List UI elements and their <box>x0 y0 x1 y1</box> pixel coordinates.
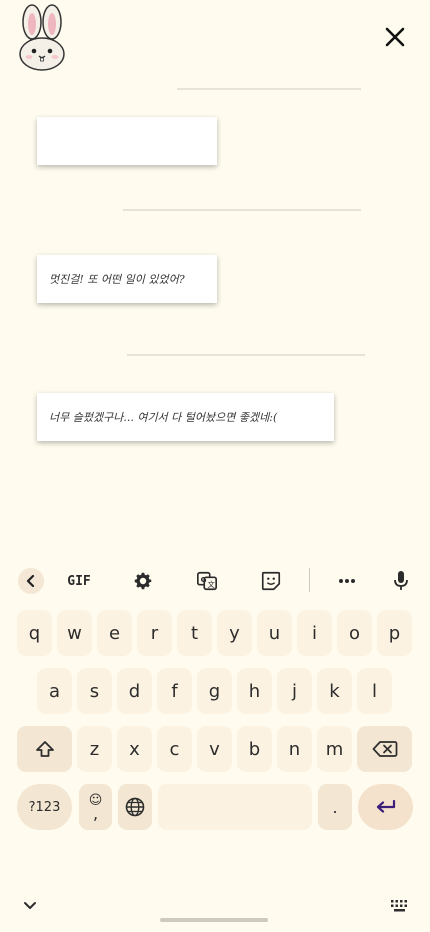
message-text: 멋진걸! 또 어떤 일이 있었어? <box>49 273 185 286</box>
close-button[interactable] <box>380 22 410 52</box>
hide-keyboard-button[interactable] <box>20 896 40 916</box>
more-horizontal-icon <box>339 579 355 583</box>
close-icon <box>385 27 405 47</box>
reply-line <box>177 88 361 90</box>
comma-label: , <box>92 804 99 823</box>
symbols-key[interactable]: ?123 <box>17 784 72 830</box>
key-g[interactable]: g <box>197 668 232 714</box>
key-s[interactable]: s <box>77 668 112 714</box>
key-f[interactable]: f <box>157 668 192 714</box>
gesture-home-bar[interactable] <box>160 918 268 922</box>
key-b[interactable]: b <box>237 726 272 772</box>
translate-icon: G 文 <box>197 571 217 591</box>
message-text: 너무 슬펐겠구나... 여기서 다 털어놨으면 좋겠네:( <box>49 411 278 424</box>
message-bubble: 너무 슬펐겠구나... 여기서 다 털어놨으면 좋겠네:( <box>37 393 334 441</box>
backspace-icon <box>372 741 397 757</box>
key-r[interactable]: r <box>137 610 172 656</box>
voice-input-button[interactable] <box>388 568 414 594</box>
key-y[interactable]: y <box>217 610 252 656</box>
soft-keyboard: GIF G 文 q w e r t y u i o p a s d f g h … <box>0 560 430 932</box>
message-bubble <box>37 117 217 165</box>
key-j[interactable]: j <box>277 668 312 714</box>
key-q[interactable]: q <box>17 610 52 656</box>
key-u[interactable]: u <box>257 610 292 656</box>
toolbar-back-button[interactable] <box>18 568 44 594</box>
reply-line <box>127 354 365 356</box>
bunny-icon <box>19 4 65 71</box>
key-e[interactable]: e <box>97 610 132 656</box>
chevron-down-icon <box>24 902 36 909</box>
shift-icon <box>35 741 54 757</box>
message-bubble: 멋진걸! 또 어떤 일이 있었어? <box>37 255 217 303</box>
key-m[interactable]: m <box>317 726 352 772</box>
key-k[interactable]: k <box>317 668 352 714</box>
key-c[interactable]: c <box>157 726 192 772</box>
more-button[interactable] <box>334 568 360 594</box>
key-x[interactable]: x <box>117 726 152 772</box>
svg-text:文: 文 <box>207 580 215 589</box>
avatar <box>16 4 68 72</box>
key-d[interactable]: d <box>117 668 152 714</box>
chevron-left-icon <box>26 575 35 587</box>
key-n[interactable]: n <box>277 726 312 772</box>
backspace-key[interactable] <box>357 726 412 772</box>
period-key[interactable]: . <box>318 784 352 830</box>
gear-icon <box>134 572 152 590</box>
key-l[interactable]: l <box>357 668 392 714</box>
key-h[interactable]: h <box>237 668 272 714</box>
mic-icon <box>394 571 408 590</box>
key-o[interactable]: o <box>337 610 372 656</box>
key-v[interactable]: v <box>197 726 232 772</box>
key-z[interactable]: z <box>77 726 112 772</box>
language-key[interactable] <box>118 784 152 830</box>
gif-button[interactable]: GIF <box>62 568 96 594</box>
key-i[interactable]: i <box>297 610 332 656</box>
enter-icon <box>376 799 395 813</box>
space-bar[interactable] <box>158 784 312 830</box>
switch-keyboard-button[interactable] <box>388 896 412 916</box>
reply-line <box>123 209 361 211</box>
keyboard-grid-icon <box>391 900 407 912</box>
translate-button[interactable]: G 文 <box>194 568 220 594</box>
svg-text:G: G <box>201 575 207 584</box>
sticker-icon <box>261 571 281 591</box>
keyboard-toolbar: GIF G 文 <box>0 560 430 602</box>
sticker-button[interactable] <box>258 568 284 594</box>
key-w[interactable]: w <box>57 610 92 656</box>
key-t[interactable]: t <box>177 610 212 656</box>
shift-key[interactable] <box>17 726 72 772</box>
enter-key[interactable] <box>358 784 413 830</box>
key-p[interactable]: p <box>377 610 412 656</box>
settings-button[interactable] <box>130 568 156 594</box>
toolbar-divider <box>309 568 310 592</box>
key-a[interactable]: a <box>37 668 72 714</box>
globe-icon <box>125 797 145 817</box>
emoji-comma-key[interactable]: ☺ , <box>79 784 112 830</box>
